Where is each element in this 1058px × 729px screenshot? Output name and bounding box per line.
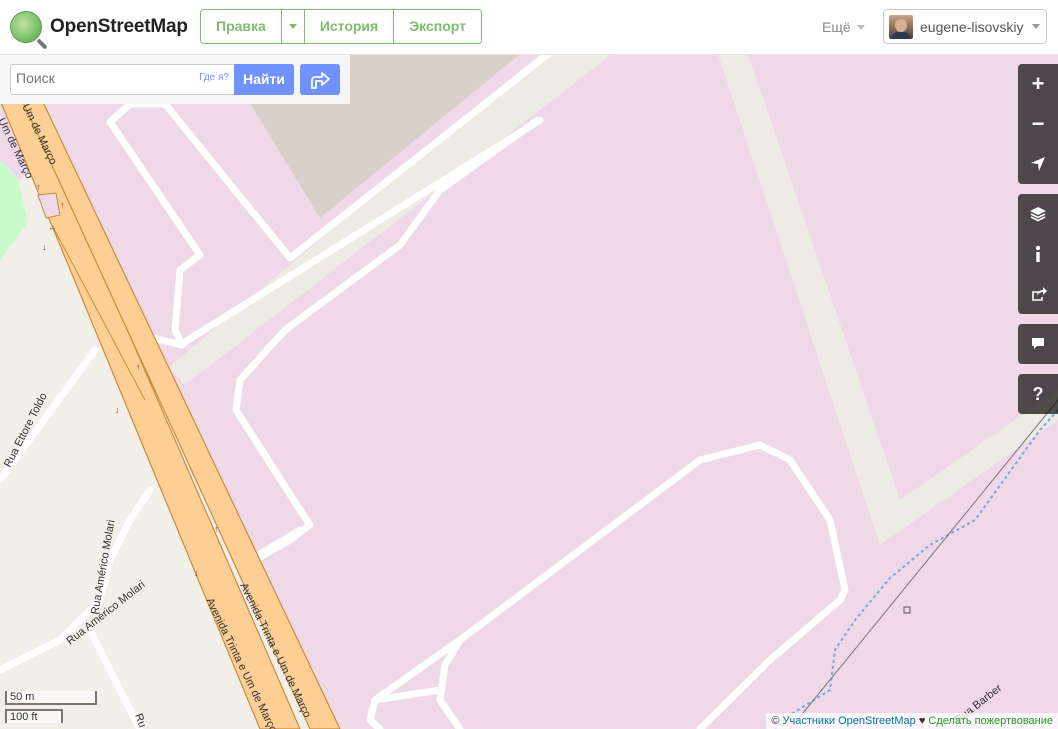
logo-text: OpenStreetMap xyxy=(50,16,188,37)
scale-imperial: 100 ft xyxy=(5,709,63,723)
heart-icon: ♥ xyxy=(918,715,926,727)
search-input[interactable]: Поиск Где я? xyxy=(10,64,235,95)
where-am-i-link[interactable]: Где я? xyxy=(199,72,229,83)
info-icon xyxy=(1035,245,1041,262)
note-icon xyxy=(1032,338,1044,349)
osm-logo-icon xyxy=(10,11,42,43)
search-panel: Поиск Где я? Найти xyxy=(0,54,350,104)
map-canvas[interactable]: ↓ ↑ ↓ ↑ ↓ ↑ ↑ ← Avenida Trinta e Um de M… xyxy=(0,0,1058,729)
zoom-out-button[interactable]: − xyxy=(1018,104,1058,144)
add-note-button[interactable] xyxy=(1018,324,1058,364)
header: OpenStreetMap Правка История Экспорт Ещё… xyxy=(0,0,1058,55)
map-tools xyxy=(1018,194,1058,314)
zoom-in-button[interactable]: + xyxy=(1018,64,1058,104)
layers-icon xyxy=(1030,207,1046,222)
username: eugene-lisovskiy xyxy=(920,18,1024,35)
oneway-arrow: ← xyxy=(48,222,57,232)
oneway-arrow: ↑ xyxy=(136,362,141,372)
chevron-down-icon xyxy=(856,24,865,30)
help-button[interactable]: ? xyxy=(1018,374,1058,414)
notes-control xyxy=(1018,324,1058,364)
share-icon xyxy=(1032,287,1047,301)
logo[interactable]: OpenStreetMap xyxy=(10,10,188,44)
oneway-arrow: ↑ xyxy=(36,182,41,192)
oneway-arrow: ↓ xyxy=(194,568,199,578)
oneway-arrow: ↓ xyxy=(115,405,120,415)
attribution: © Участники OpenStreetMap ♥ Сделать поже… xyxy=(766,713,1058,729)
avatar xyxy=(889,14,913,39)
donate-link[interactable]: Сделать пожертвование xyxy=(928,715,1053,727)
share-button[interactable] xyxy=(1018,274,1058,314)
directions-icon xyxy=(311,71,330,89)
search-submit-button[interactable]: Найти xyxy=(234,64,294,95)
search-placeholder: Поиск xyxy=(16,70,55,86)
more-menu[interactable]: Ещё xyxy=(822,19,865,35)
zoom-controls: + − xyxy=(1018,64,1058,184)
oneway-arrow: ↑ xyxy=(214,524,219,534)
contributors-link[interactable]: Участники OpenStreetMap xyxy=(782,715,915,727)
user-menu[interactable]: eugene-lisovskiy xyxy=(883,9,1047,44)
location-arrow-icon xyxy=(1031,157,1045,171)
directions-button[interactable] xyxy=(300,64,340,95)
copyright-symbol: © xyxy=(771,715,780,727)
chevron-down-icon xyxy=(288,24,297,29)
locate-button[interactable] xyxy=(1018,144,1058,184)
chevron-down-icon xyxy=(1031,24,1040,29)
edit-dropdown-button[interactable] xyxy=(281,10,305,43)
history-button[interactable]: История xyxy=(304,10,395,43)
oneway-arrow: ↑ xyxy=(60,200,65,210)
more-label: Ещё xyxy=(822,19,851,35)
scale-metric: 50 m xyxy=(5,691,97,705)
layers-button[interactable] xyxy=(1018,194,1058,234)
edit-button[interactable]: Правка xyxy=(201,10,282,43)
info-button[interactable] xyxy=(1018,234,1058,274)
oneway-arrow: ↓ xyxy=(42,242,47,252)
export-button[interactable]: Экспорт xyxy=(394,10,482,43)
edit-button-group: Правка История Экспорт xyxy=(200,9,483,44)
help-control: ? xyxy=(1018,374,1058,414)
